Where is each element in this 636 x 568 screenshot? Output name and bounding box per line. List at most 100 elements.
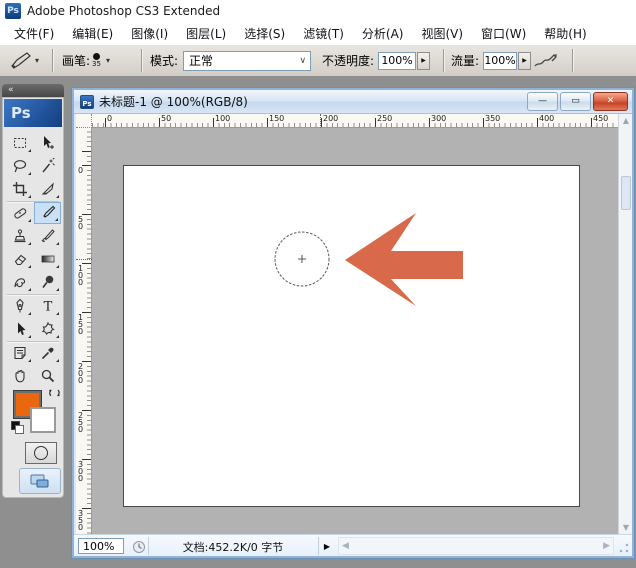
scroll-down-icon[interactable]: ▼: [619, 523, 633, 532]
menu-item[interactable]: 视图(V): [415, 23, 475, 44]
ruler-label: 150: [269, 115, 284, 123]
eraser-tool[interactable]: [6, 248, 33, 270]
opacity-group: 不透明度: 100% ▶: [322, 45, 430, 76]
scroll-up-icon[interactable]: ▲: [619, 116, 633, 125]
brush-preview[interactable]: 35: [92, 53, 101, 68]
menu-item[interactable]: 图像(I): [125, 23, 180, 44]
ruler-label: 300: [431, 115, 446, 123]
hand-tool[interactable]: [6, 365, 33, 387]
document-window: Ps 未标题-1 @ 100%(RGB/8) — ▭ ✕ 05010015020…: [72, 88, 634, 558]
menu-item[interactable]: 滤镜(T): [297, 23, 356, 44]
opacity-value: 100%: [381, 54, 412, 67]
mode-group: 模式: 正常 ∨: [150, 45, 311, 76]
ruler-label: 0: [107, 115, 112, 123]
opacity-label: 不透明度:: [322, 52, 374, 69]
lasso-tool[interactable]: [6, 155, 33, 177]
slice-tool[interactable]: [34, 178, 61, 200]
options-separator: [572, 49, 573, 72]
close-button[interactable]: ✕: [593, 92, 628, 111]
scroll-left-icon[interactable]: ◀: [342, 541, 349, 551]
crop-tool[interactable]: [6, 178, 33, 200]
document-info: 文档:452.2K/0 字节: [150, 539, 316, 555]
ruler-label: 5 0: [78, 216, 83, 230]
scroll-right-icon[interactable]: ▶: [603, 541, 610, 551]
menu-item[interactable]: 图层(L): [180, 23, 238, 44]
ruler-label: 1 5 0: [78, 314, 83, 335]
flow-value: 100%: [484, 54, 515, 67]
tool-preset-picker[interactable]: ▾: [8, 45, 39, 76]
menu-bar: 文件(F)编辑(E)图像(I)图层(L)选择(S)滤镜(T)分析(A)视图(V)…: [0, 22, 636, 44]
screen-mode-icon: [28, 473, 52, 489]
opacity-slider-button[interactable]: ▶: [417, 52, 430, 70]
brush-label: 画笔:: [62, 52, 90, 69]
photoshop-app-icon: Ps: [5, 3, 21, 19]
document-title-bar[interactable]: Ps 未标题-1 @ 100%(RGB/8) — ▭ ✕: [74, 90, 632, 114]
move-tool[interactable]: [34, 132, 61, 154]
airbrush-toggle[interactable]: [533, 45, 559, 76]
horizontal-scrollbar[interactable]: ◀ ▶: [338, 537, 614, 555]
menu-item[interactable]: 窗口(W): [475, 23, 538, 44]
notes-tool[interactable]: [6, 342, 33, 364]
rectangular-marquee-tool[interactable]: [6, 132, 33, 154]
zoom-level-value: 100%: [83, 540, 114, 553]
zoom-tool[interactable]: [34, 365, 61, 387]
ruler-label: 200: [323, 115, 338, 123]
menu-item[interactable]: 编辑(E): [66, 23, 125, 44]
menu-item[interactable]: 文件(F): [8, 23, 66, 44]
document-title: 未标题-1 @ 100%(RGB/8): [99, 93, 248, 110]
chevron-down-icon[interactable]: ▾: [35, 56, 39, 65]
brush-cursor: [275, 232, 329, 286]
scrollbar-thumb[interactable]: [621, 176, 631, 210]
default-colors-icon[interactable]: [11, 421, 23, 433]
brush-tool[interactable]: [34, 202, 61, 224]
cursor-position-marker: [76, 259, 92, 261]
flow-input[interactable]: 100%: [483, 52, 517, 70]
toolbox-collapse-bar[interactable]: «: [2, 84, 64, 97]
ruler-label: 2 5 0: [78, 412, 83, 433]
eyedropper-tool[interactable]: [34, 342, 61, 364]
mode-select[interactable]: 正常 ∨: [183, 51, 311, 71]
menu-item[interactable]: 分析(A): [356, 23, 416, 44]
type-tool[interactable]: T: [34, 295, 61, 317]
flow-group: 流量: 100% ▶: [451, 45, 531, 76]
chevron-down-icon: ∨: [299, 56, 306, 66]
vertical-ruler[interactable]: 05 01 0 01 5 02 0 02 5 03 0 03 5 0: [76, 128, 92, 534]
dodge-tool[interactable]: [34, 271, 61, 293]
timer-icon: [132, 539, 146, 558]
path-selection-tool[interactable]: [6, 318, 33, 340]
ruler-label: 250: [377, 115, 392, 123]
vertical-scrollbar[interactable]: ▲ ▼: [618, 114, 632, 534]
menu-item[interactable]: 帮助(H): [538, 23, 598, 44]
brush-tool-icon: [8, 51, 32, 71]
custom-shape-tool[interactable]: [34, 318, 61, 340]
opacity-input[interactable]: 100%: [378, 52, 416, 70]
chevron-down-icon[interactable]: ▾: [106, 56, 110, 65]
background-color-swatch[interactable]: [30, 407, 56, 433]
ruler-label: 1 0 0: [78, 265, 83, 286]
status-menu-button[interactable]: ▶: [320, 538, 334, 554]
gradient-tool[interactable]: [34, 248, 61, 270]
horizontal-ruler[interactable]: 050100150200250300350400450: [92, 114, 618, 128]
resize-grip[interactable]: [618, 542, 630, 554]
healing-brush-tool[interactable]: [6, 202, 33, 224]
canvas-area[interactable]: [92, 128, 618, 534]
smudge-tool[interactable]: [6, 271, 33, 293]
flow-slider-button[interactable]: ▶: [518, 52, 531, 70]
maximize-button[interactable]: ▭: [560, 92, 591, 111]
quick-mask-button[interactable]: [25, 442, 57, 464]
ruler-origin-box[interactable]: [76, 114, 92, 128]
ruler-label: 50: [161, 115, 171, 123]
magic-wand-tool[interactable]: [34, 155, 61, 177]
history-brush-tool[interactable]: [34, 225, 61, 247]
clone-stamp-tool[interactable]: [6, 225, 33, 247]
minimize-button[interactable]: —: [527, 92, 558, 111]
zoom-level-input[interactable]: 100%: [78, 538, 124, 554]
brush-tip-icon: [93, 53, 100, 60]
status-separator: [318, 537, 319, 555]
screen-mode-button[interactable]: [19, 468, 61, 494]
pen-tool[interactable]: [6, 295, 33, 317]
collapse-icon: «: [8, 85, 14, 95]
options-separator: [52, 49, 53, 72]
menu-item[interactable]: 选择(S): [238, 23, 297, 44]
brush-picker-group: 画笔: 35 ▾: [62, 45, 110, 76]
